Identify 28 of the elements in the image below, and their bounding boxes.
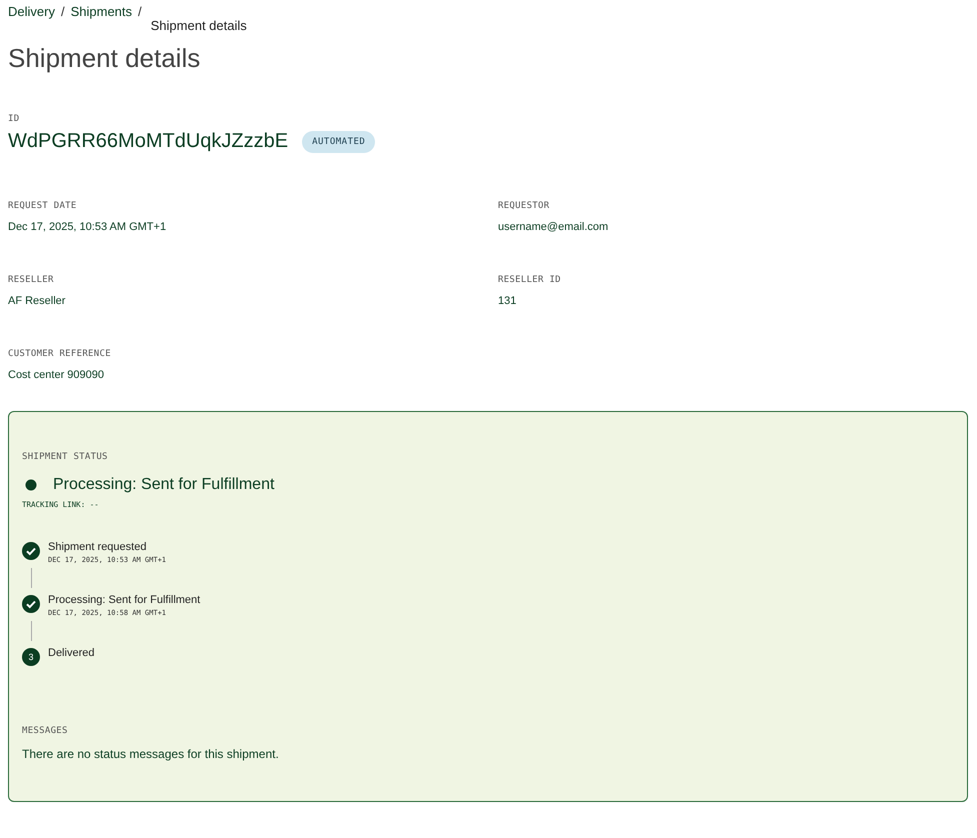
field-label: ID — [8, 114, 20, 124]
shipment-id: WdPGRR66MoMTdUqkJZzzbE — [8, 130, 288, 153]
field-value: Cost center 909090 — [8, 369, 106, 381]
field-label: RESELLER ID — [498, 275, 562, 285]
breadcrumb-link[interactable]: Shipment details — [148, 18, 247, 33]
messages-text: There are no status messages for this shipment. — [22, 747, 280, 761]
section-label: MESSAGES — [22, 726, 69, 736]
automated-badge: AUTOMATED — [302, 130, 376, 152]
field-value: AF Reseller — [8, 295, 66, 307]
breadcrumb-separator: / — [138, 4, 142, 21]
step-title: Delivered — [48, 647, 94, 659]
breadcrumb-link[interactable]: Shipments — [70, 4, 132, 33]
current-status: Processing: Sent for Fulfillment — [53, 476, 274, 494]
breadcrumb-separator: / — [60, 4, 65, 21]
field-label: RESELLER — [8, 275, 55, 285]
field-label: REQUEST DATE — [8, 201, 78, 211]
step-number: 3 — [22, 648, 40, 666]
status-dot-icon — [25, 479, 37, 491]
field-label: CUSTOMER REFERENCE — [8, 349, 112, 359]
step-title: Processing: Sent for Fulfillment — [48, 594, 200, 606]
field-label: REQUESTOR — [498, 201, 550, 211]
field-value: 131 — [498, 295, 518, 307]
breadcrumb-link[interactable]: Delivery — [8, 4, 55, 33]
field-value: username@email.com — [498, 221, 610, 233]
step-title: Shipment requested — [48, 541, 148, 553]
page-title: Shipment details — [8, 43, 202, 74]
section-label: SHIPMENT STATUS — [22, 452, 109, 462]
field-value: Dec 17, 2025, 10:53 AM GMT+1 — [8, 221, 168, 233]
